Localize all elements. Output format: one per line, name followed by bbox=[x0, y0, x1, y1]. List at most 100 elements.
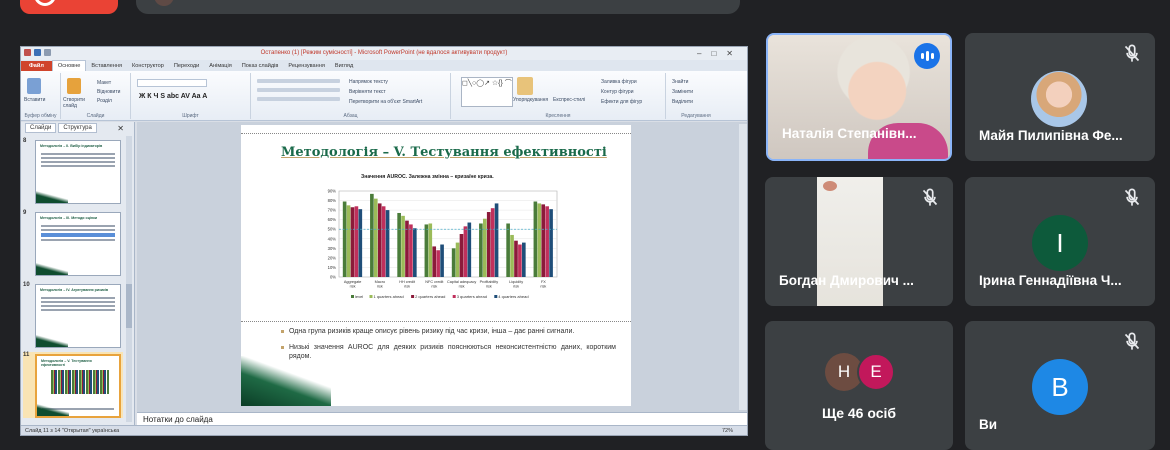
legend-entry: 1 quarters ahead bbox=[374, 294, 404, 299]
participant-tile[interactable]: Богдан Дмирович ... bbox=[765, 177, 953, 306]
bar bbox=[494, 203, 499, 277]
paste-icon[interactable] bbox=[27, 78, 41, 94]
bar bbox=[354, 206, 359, 277]
x-tick-label: Aggregate risk bbox=[344, 280, 362, 289]
more-participants-tile[interactable]: Н Е Ще 46 осіб bbox=[765, 321, 953, 450]
bar bbox=[518, 244, 522, 277]
bar bbox=[424, 224, 429, 277]
bar bbox=[482, 218, 487, 277]
shapes-gallery[interactable]: ◻╲○◯↗ ☆{} ⌒ bbox=[461, 77, 513, 107]
self-tile[interactable]: В Ви bbox=[965, 321, 1155, 450]
y-tick-label: 30% bbox=[328, 246, 337, 251]
slide-title[interactable]: Методологія – V. Тестування ефективності bbox=[281, 145, 607, 160]
notes-pane[interactable]: Нотатки до слайда bbox=[137, 412, 747, 425]
bar bbox=[545, 206, 549, 277]
bar bbox=[346, 205, 351, 277]
reset-button[interactable]: Відновити bbox=[97, 88, 120, 97]
bar bbox=[541, 204, 546, 277]
layout-button[interactable]: Макет bbox=[97, 79, 120, 88]
quick-access-toolbar bbox=[24, 49, 51, 56]
ribbon-tabs: Файл Основне Вставлення Конструктор Переходи… bbox=[21, 60, 747, 72]
close-icon[interactable]: ✕ bbox=[113, 123, 128, 134]
bar bbox=[506, 223, 510, 277]
mic-off-icon bbox=[917, 185, 943, 211]
text-direction-button[interactable]: Напрямок тексту bbox=[349, 77, 422, 87]
bullet-2: Низькі значення AUROC для деяких ризиків… bbox=[281, 343, 616, 361]
slide-thumbnail[interactable]: 9 Методологія – III. Методи оцінки bbox=[23, 210, 123, 276]
bar bbox=[436, 250, 440, 277]
align-text-button[interactable]: Вирівняти текст bbox=[349, 87, 422, 97]
replace-button[interactable]: Замінити bbox=[672, 87, 693, 97]
current-slide[interactable]: Методологія – V. Тестування ефективності… bbox=[241, 125, 631, 406]
new-slide-icon[interactable] bbox=[67, 78, 81, 94]
legend-entry: level bbox=[355, 294, 363, 299]
bar bbox=[467, 222, 472, 277]
x-tick-label: Macro risk bbox=[375, 280, 386, 289]
select-button[interactable]: Виділити bbox=[672, 97, 693, 107]
slide-thumbnail[interactable]: 10 Методологія – IV. Агрегування ризиків bbox=[23, 282, 123, 348]
participant-name: Богдан Дмирович ... bbox=[779, 273, 914, 288]
auroc-bar-chart[interactable]: 0% 10% 20% 30% 40% 50% 60% 70% 80% 90% Aggregate ri… bbox=[311, 185, 571, 305]
font-style-buttons[interactable]: Ж К Ч S abc AV Aa A bbox=[139, 93, 207, 100]
paste-label[interactable]: Вставити bbox=[24, 97, 45, 103]
group-label-slides: Слайди bbox=[86, 113, 105, 119]
bar bbox=[370, 193, 374, 277]
participant-tile-active[interactable]: Наталія Степанівн... bbox=[766, 33, 952, 161]
slide-bullets[interactable]: Одна група ризиків краще описує рівень р… bbox=[281, 327, 616, 368]
legend-entry: 3 quarters ahead bbox=[457, 294, 487, 299]
y-tick-label: 40% bbox=[328, 236, 337, 241]
legend-swatch bbox=[351, 295, 354, 298]
top-bar bbox=[136, 0, 740, 14]
chart-title: Значення AUROC. Залежна змінна – криза/н… bbox=[361, 174, 494, 180]
bar bbox=[432, 246, 437, 277]
ribbon-group-font: Ж К Ч S abc AV Aa A Шрифт bbox=[131, 73, 251, 119]
canvas-scrollbar[interactable] bbox=[739, 124, 747, 410]
bar bbox=[409, 224, 413, 277]
font-name-input[interactable] bbox=[137, 79, 207, 87]
participant-name: Майя Пилипівна Фе... bbox=[979, 128, 1123, 143]
new-slide-label[interactable]: Створити слайд bbox=[63, 97, 93, 109]
slide-decoration bbox=[241, 356, 331, 406]
leave-call-button[interactable] bbox=[20, 0, 118, 14]
x-tick-label: NFC credit risk bbox=[425, 280, 444, 289]
quick-styles-label[interactable]: Експрес-стилі bbox=[553, 97, 585, 103]
panel-scrollbar[interactable] bbox=[126, 136, 132, 422]
tab-slides[interactable]: Слайди bbox=[25, 123, 57, 133]
ribbon-group-drawing: ◻╲○◯↗ ☆{} ⌒ Упорядкування Експрес-стилі … bbox=[451, 73, 666, 119]
arrange-icon[interactable] bbox=[517, 77, 533, 95]
status-text: Слайд 11 з 14 "Открытая" українська bbox=[25, 428, 120, 434]
bar bbox=[413, 228, 417, 277]
bullet-1: Одна група ризиків краще описує рівень р… bbox=[281, 327, 616, 336]
zoom-level[interactable]: 72% bbox=[722, 426, 733, 435]
bar bbox=[537, 203, 542, 277]
arrange-label[interactable]: Упорядкування bbox=[513, 97, 548, 103]
bar bbox=[514, 240, 518, 277]
group-label-clipboard: Буфер обміну bbox=[24, 113, 57, 119]
legend-entry: 4 quarters ahead bbox=[498, 294, 528, 299]
shape-effects-button[interactable]: Ефекти для фігур bbox=[601, 97, 642, 107]
bar bbox=[490, 208, 495, 277]
participant-tile[interactable]: І Ірина Геннадіївна Ч... bbox=[965, 177, 1155, 306]
shape-fill-button[interactable]: Заливка фігури bbox=[601, 77, 642, 87]
tab-outline[interactable]: Структура bbox=[58, 123, 97, 133]
y-tick-label: 90% bbox=[328, 189, 337, 194]
bar bbox=[342, 201, 347, 277]
group-label-drawing: Креслення bbox=[545, 113, 571, 119]
undo-icon bbox=[34, 49, 41, 56]
avatar: Е bbox=[857, 353, 895, 391]
find-button[interactable]: Знайти bbox=[672, 77, 693, 87]
bar bbox=[510, 234, 514, 277]
more-participants-label: Ще 46 осіб bbox=[821, 405, 897, 421]
y-tick-label: 60% bbox=[328, 217, 337, 222]
smartart-button[interactable]: Перетворити на об'єкт SmartArt bbox=[349, 97, 422, 107]
shape-outline-button[interactable]: Контур фігури bbox=[601, 87, 642, 97]
window-title: Остапенко (1) [Режим сумісності] - Micro… bbox=[260, 50, 508, 56]
section-button[interactable]: Розділ bbox=[97, 97, 120, 106]
slide-thumbnail-selected[interactable]: 11 Методологія – V. Тестування ефективно… bbox=[23, 352, 123, 418]
legend-swatch bbox=[369, 295, 373, 298]
slide-thumbnail[interactable]: 8 Методологія – II. Вибір індикаторів bbox=[23, 138, 123, 204]
slides-panel: Слайди Структура ✕ 8 Методологія – II. Виб… bbox=[21, 122, 135, 425]
participant-tile[interactable]: Майя Пилипівна Фе... bbox=[965, 33, 1155, 161]
avatar bbox=[1031, 71, 1087, 127]
save-icon bbox=[24, 49, 31, 56]
